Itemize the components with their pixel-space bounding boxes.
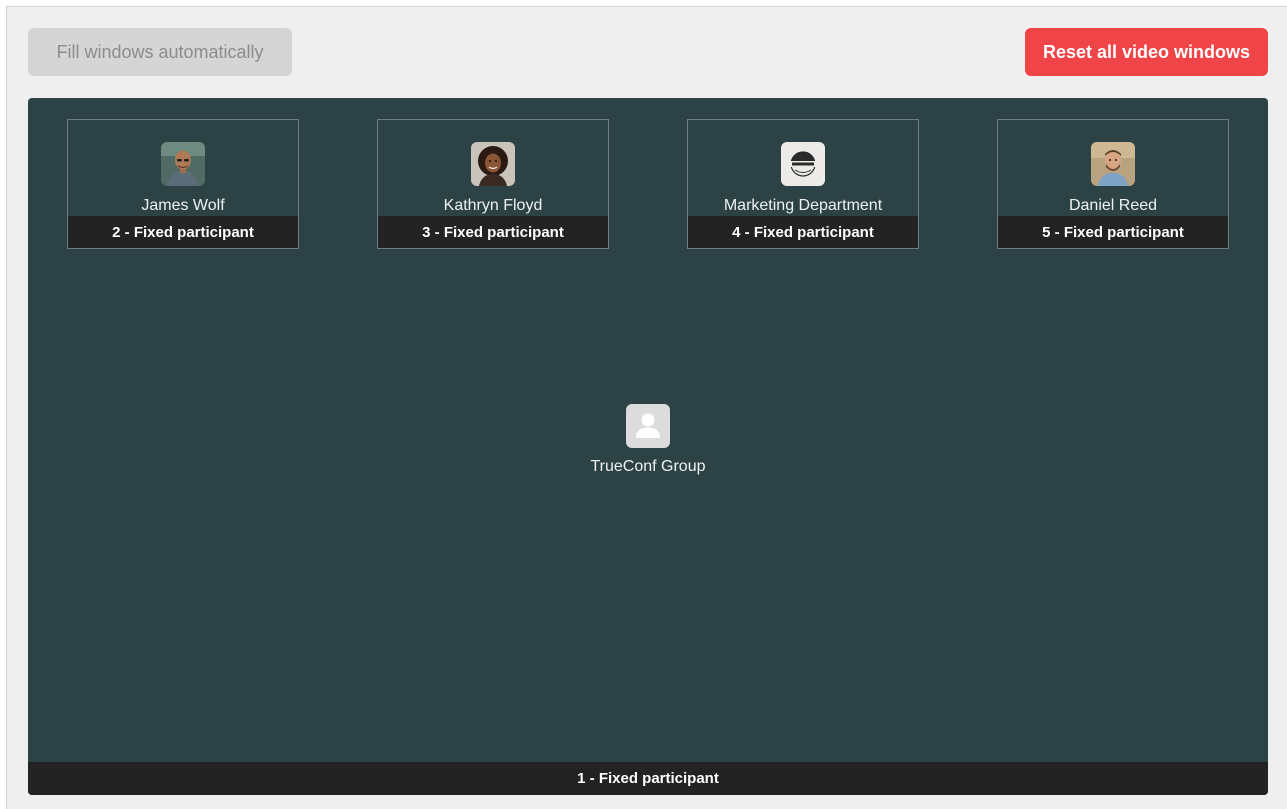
participant-photo-icon [161, 142, 205, 186]
user-placeholder-icon [626, 404, 670, 448]
slot-label: 2 - Fixed participant [68, 216, 298, 248]
slot-label: 3 - Fixed participant [378, 216, 608, 248]
main-participant-name: TrueConf Group [590, 458, 706, 475]
video-window-3[interactable]: Kathryn Floyd 3 - Fixed participant [377, 119, 609, 249]
participant-name: Kathryn Floyd [443, 197, 543, 214]
video-window-2[interactable]: James Wolf 2 - Fixed participant [67, 119, 299, 249]
fill-windows-automatically-button[interactable]: Fill windows automatically [28, 28, 292, 76]
main-slot-label[interactable]: 1 - Fixed participant [28, 762, 1268, 795]
participant-name: James Wolf [141, 197, 225, 214]
video-window-5[interactable]: Daniel Reed 5 - Fixed participant [997, 119, 1229, 249]
slot-label: 4 - Fixed participant [688, 216, 918, 248]
video-layout-stage: James Wolf 2 - Fixed participant Kathryn… [28, 98, 1268, 795]
participant-photo-icon [1091, 142, 1135, 186]
participant-photo-icon [471, 142, 515, 186]
slot-label: 5 - Fixed participant [998, 216, 1228, 248]
participant-name: Daniel Reed [1068, 197, 1158, 214]
marketing-logo-icon [781, 142, 825, 186]
video-window-4[interactable]: Marketing Department 4 - Fixed participa… [687, 119, 919, 249]
participant-name: Marketing Department [723, 197, 883, 214]
reset-all-video-windows-button[interactable]: Reset all video windows [1025, 28, 1268, 76]
